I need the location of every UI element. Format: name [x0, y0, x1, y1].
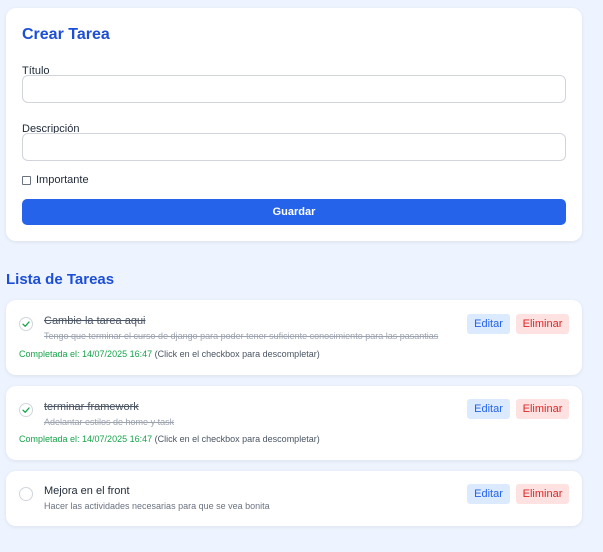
important-label: Importante [36, 174, 89, 186]
delete-button[interactable]: Eliminar [516, 399, 569, 419]
completed-date: Completada el: 14/07/2025 16:47 [19, 434, 153, 444]
task-title: Mejora en el front [44, 485, 130, 497]
task-description: Adelantar estilos de home y task [44, 417, 175, 427]
important-checkbox[interactable] [22, 175, 31, 185]
task-title: terminar framework [44, 401, 139, 413]
edit-button[interactable]: Editar [467, 314, 510, 334]
edit-button[interactable]: Editar [467, 484, 510, 504]
task-title: Cambie la tarea aqui [44, 315, 146, 327]
completed-hint: (Click en el checkbox para descompletar) [154, 434, 320, 444]
completed-info: Completada el: 14/07/2025 16:47 (Click e… [19, 349, 320, 359]
task-card: Cambie la tarea aqui Tengo que terminar … [6, 300, 582, 375]
title-input[interactable] [22, 75, 566, 103]
task-card: Mejora en el front Hacer las actividades… [6, 471, 582, 526]
task-card: terminar framework Adelantar estilos de … [6, 386, 582, 460]
task-checkbox[interactable] [19, 487, 33, 501]
form-title: Crear Tarea [22, 26, 110, 43]
edit-button[interactable]: Editar [467, 399, 510, 419]
save-button[interactable]: Guardar [22, 199, 566, 225]
task-list-title: Lista de Tareas [6, 271, 115, 288]
task-description: Tengo que terminar el curso de django pa… [44, 331, 439, 341]
delete-button[interactable]: Eliminar [516, 314, 569, 334]
completed-info: Completada el: 14/07/2025 16:47 (Click e… [19, 434, 320, 444]
check-icon [22, 321, 30, 327]
task-checkbox[interactable] [19, 403, 33, 417]
important-row: Importante [22, 174, 89, 186]
task-checkbox[interactable] [19, 317, 33, 331]
delete-button[interactable]: Eliminar [516, 484, 569, 504]
completed-hint: (Click en el checkbox para descompletar) [154, 349, 320, 359]
create-task-card: Crear Tarea Título Descripción Important… [6, 8, 582, 241]
description-input[interactable] [22, 133, 566, 161]
check-icon [22, 407, 30, 413]
completed-date: Completada el: 14/07/2025 16:47 [19, 349, 153, 359]
task-description: Hacer las actividades necesarias para qu… [44, 501, 270, 511]
